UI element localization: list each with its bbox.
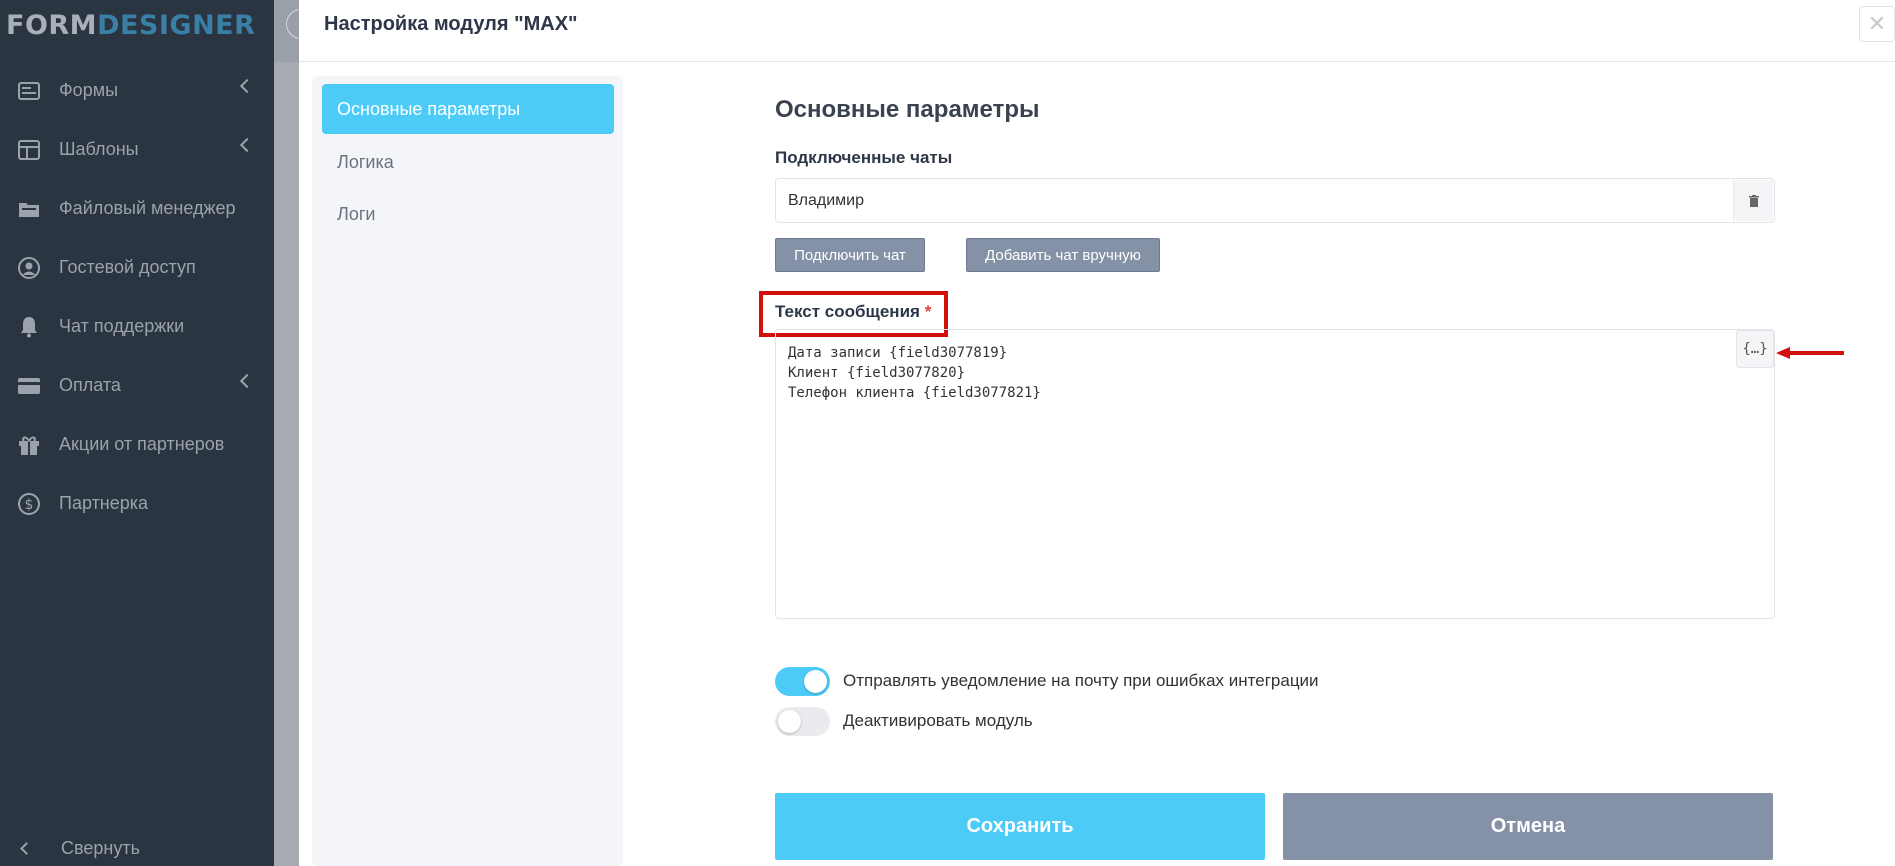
message-text-input[interactable]: Дата записи {field3077819} Клиент {field… — [775, 329, 1775, 619]
module-settings-modal: Настройка модуля "MAX" ✕ Основные параме… — [299, 0, 1895, 866]
sidebar-item-payment[interactable]: Оплата — [0, 356, 274, 415]
sidebar-item-affiliate[interactable]: $ Партнерка — [0, 474, 274, 533]
deactivate-toggle-label: Деактивировать модуль — [843, 711, 1033, 730]
chevron-left-icon — [239, 78, 255, 94]
close-icon: ✕ — [1867, 11, 1887, 36]
templates-icon — [16, 137, 42, 163]
folder-icon — [16, 196, 42, 222]
logo-part-form: FORM — [6, 10, 98, 41]
modal-title: Настройка модуля "MAX" — [324, 13, 578, 35]
sidebar-item-label: Оплата — [59, 375, 121, 395]
sidebar-item-label: Чат поддержки — [59, 316, 185, 336]
connected-chat-row: Владимир — [775, 178, 1775, 223]
toggle-knob — [804, 669, 827, 693]
bell-icon — [16, 314, 42, 340]
sidebar-item-label: Шаблоны — [59, 139, 139, 159]
cancel-button[interactable]: Отмена — [1283, 793, 1773, 860]
deactivate-module-toggle[interactable] — [775, 706, 830, 736]
sidebar-item-label: Акции от партнеров — [59, 434, 225, 454]
notify-email-toggle[interactable] — [775, 666, 830, 696]
svg-text:$: $ — [25, 497, 34, 513]
gift-icon — [16, 432, 42, 458]
toggle-knob — [778, 709, 801, 733]
forms-icon — [16, 78, 42, 104]
sidebar-item-templates[interactable]: Шаблоны — [0, 120, 274, 179]
section-title: Основные параметры — [775, 96, 1040, 123]
required-mark: * — [924, 302, 932, 321]
sidebar: FORMDESIGNER Формы Шаблоны Файловый мене… — [0, 0, 274, 866]
message-text-label: Текст сообщения * — [775, 302, 931, 322]
chat-name: Владимир — [788, 191, 865, 209]
collapse-label: Свернуть — [61, 837, 140, 858]
sidebar-collapse-button[interactable]: Свернуть — [0, 830, 140, 866]
deactivate-toggle-row: Деактивировать модуль — [775, 706, 1033, 736]
trash-icon — [1748, 194, 1759, 207]
logo[interactable]: FORMDESIGNER — [6, 10, 255, 41]
notify-toggle-label: Отправлять уведомление на почту при ошиб… — [843, 671, 1319, 690]
chevron-left-icon — [239, 137, 255, 153]
sidebar-menu: Формы Шаблоны Файловый менеджер Гостевой… — [0, 61, 274, 533]
red-arrow-annotation — [1776, 347, 1844, 359]
sidebar-item-label: Партнерка — [59, 493, 149, 513]
dollar-icon: $ — [16, 491, 42, 517]
sidebar-item-forms[interactable]: Формы — [0, 61, 274, 120]
add-chat-manually-button[interactable]: Добавить чат вручную — [966, 238, 1160, 272]
modal-backdrop — [274, 62, 299, 866]
notify-toggle-row: Отправлять уведомление на почту при ошиб… — [775, 666, 1319, 696]
logo-part-designer: DESIGNER — [97, 10, 256, 41]
card-icon — [16, 373, 42, 399]
chevron-left-icon — [239, 373, 255, 389]
user-icon — [16, 255, 42, 281]
message-text-label-text: Текст сообщения — [775, 302, 920, 321]
tab-basic-params[interactable]: Основные параметры — [322, 84, 614, 134]
tab-logic[interactable]: Логика — [322, 137, 614, 187]
sidebar-item-support-chat[interactable]: Чат поддержки — [0, 297, 274, 356]
sidebar-item-guest-access[interactable]: Гостевой доступ — [0, 238, 274, 297]
close-button[interactable]: ✕ — [1859, 6, 1895, 42]
tabs-panel: Основные параметры Логика Логи — [312, 76, 623, 866]
tab-logs[interactable]: Логи — [322, 189, 614, 239]
chevron-left-icon — [20, 841, 33, 855]
sidebar-item-label: Формы — [59, 80, 119, 100]
sidebar-item-file-manager[interactable]: Файловый менеджер — [0, 179, 274, 238]
insert-variable-button[interactable]: {…} — [1736, 330, 1774, 368]
modal-header: Настройка модуля "MAX" ✕ — [299, 0, 1895, 62]
delete-chat-button[interactable] — [1733, 180, 1773, 221]
connected-chats-label: Подключенные чаты — [775, 148, 953, 167]
sidebar-item-partner-promotions[interactable]: Акции от партнеров — [0, 415, 274, 474]
save-button[interactable]: Сохранить — [775, 793, 1265, 860]
sidebar-item-label: Файловый менеджер — [59, 198, 236, 218]
sidebar-item-label: Гостевой доступ — [59, 257, 196, 277]
connect-chat-button[interactable]: Подключить чат — [775, 238, 925, 272]
